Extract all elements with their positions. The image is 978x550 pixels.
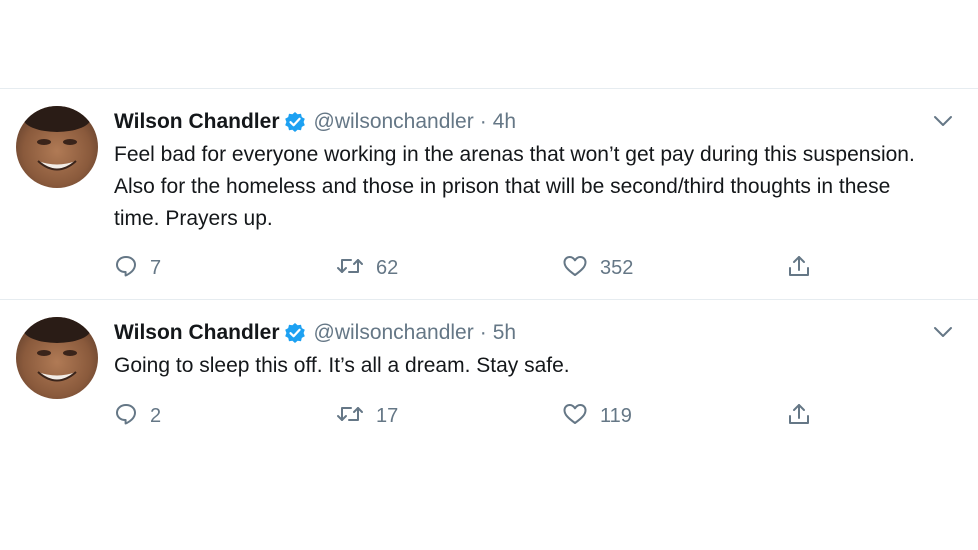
share-upload-icon [786,253,812,284]
tweet-actions: 2 17 119 [114,402,834,430]
retweet-count: 17 [376,404,399,427]
separator-dot: · [479,321,487,344]
reply-bubble-icon [114,402,138,431]
like-count: 352 [600,256,634,279]
chevron-down-icon[interactable] [932,113,954,129]
reply-bubble-icon [114,254,138,283]
verified-badge-icon [284,322,306,344]
avatar[interactable] [16,106,98,188]
tweet-header: Wilson Chandler @wilsonchandler · 5h [114,318,938,348]
heart-icon [562,402,588,431]
tweet-text: Going to sleep this off. It’s all a drea… [114,354,570,377]
tweet-actions: 7 62 352 [114,254,834,282]
user-handle[interactable]: @wilsonchandler [314,321,474,345]
reply-count: 2 [150,404,162,427]
chevron-down-icon[interactable] [932,324,954,340]
retweet-icon [336,254,364,283]
like-count: 119 [600,404,632,427]
share-button[interactable] [786,402,812,430]
tweet-feed: Wilson Chandler @wilsonchandler · 4h Fee… [0,88,978,449]
tweet[interactable]: Wilson Chandler @wilsonchandler · 5h Goi… [0,299,978,449]
tweet-content: Wilson Chandler @wilsonchandler · 4h Fee… [114,107,938,235]
separator-dot: · [479,110,487,133]
avatar[interactable] [16,317,98,399]
user-handle[interactable]: @wilsonchandler [314,110,474,134]
heart-icon [562,254,588,283]
tweet-text: Feel bad for everyone working in the are… [114,143,915,230]
timestamp[interactable]: 5h [493,321,516,345]
retweet-button[interactable]: 17 [336,402,398,430]
like-button[interactable]: 119 [562,402,632,430]
page: Wilson Chandler @wilsonchandler · 4h Fee… [0,0,978,550]
tweet[interactable]: Wilson Chandler @wilsonchandler · 4h Fee… [0,88,978,299]
display-name[interactable]: Wilson Chandler [114,110,280,134]
retweet-button[interactable]: 62 [336,254,398,282]
retweet-icon [336,402,364,431]
verified-badge-icon [284,111,306,133]
reply-count: 7 [150,256,162,279]
timestamp[interactable]: 4h [493,110,516,134]
reply-button[interactable]: 2 [114,402,161,430]
reply-button[interactable]: 7 [114,254,161,282]
tweet-content: Wilson Chandler @wilsonchandler · 5h Goi… [114,318,938,382]
share-button[interactable] [786,254,812,282]
share-upload-icon [786,401,812,432]
display-name[interactable]: Wilson Chandler [114,321,280,345]
retweet-count: 62 [376,256,399,279]
tweet-header: Wilson Chandler @wilsonchandler · 4h [114,107,938,137]
like-button[interactable]: 352 [562,254,633,282]
